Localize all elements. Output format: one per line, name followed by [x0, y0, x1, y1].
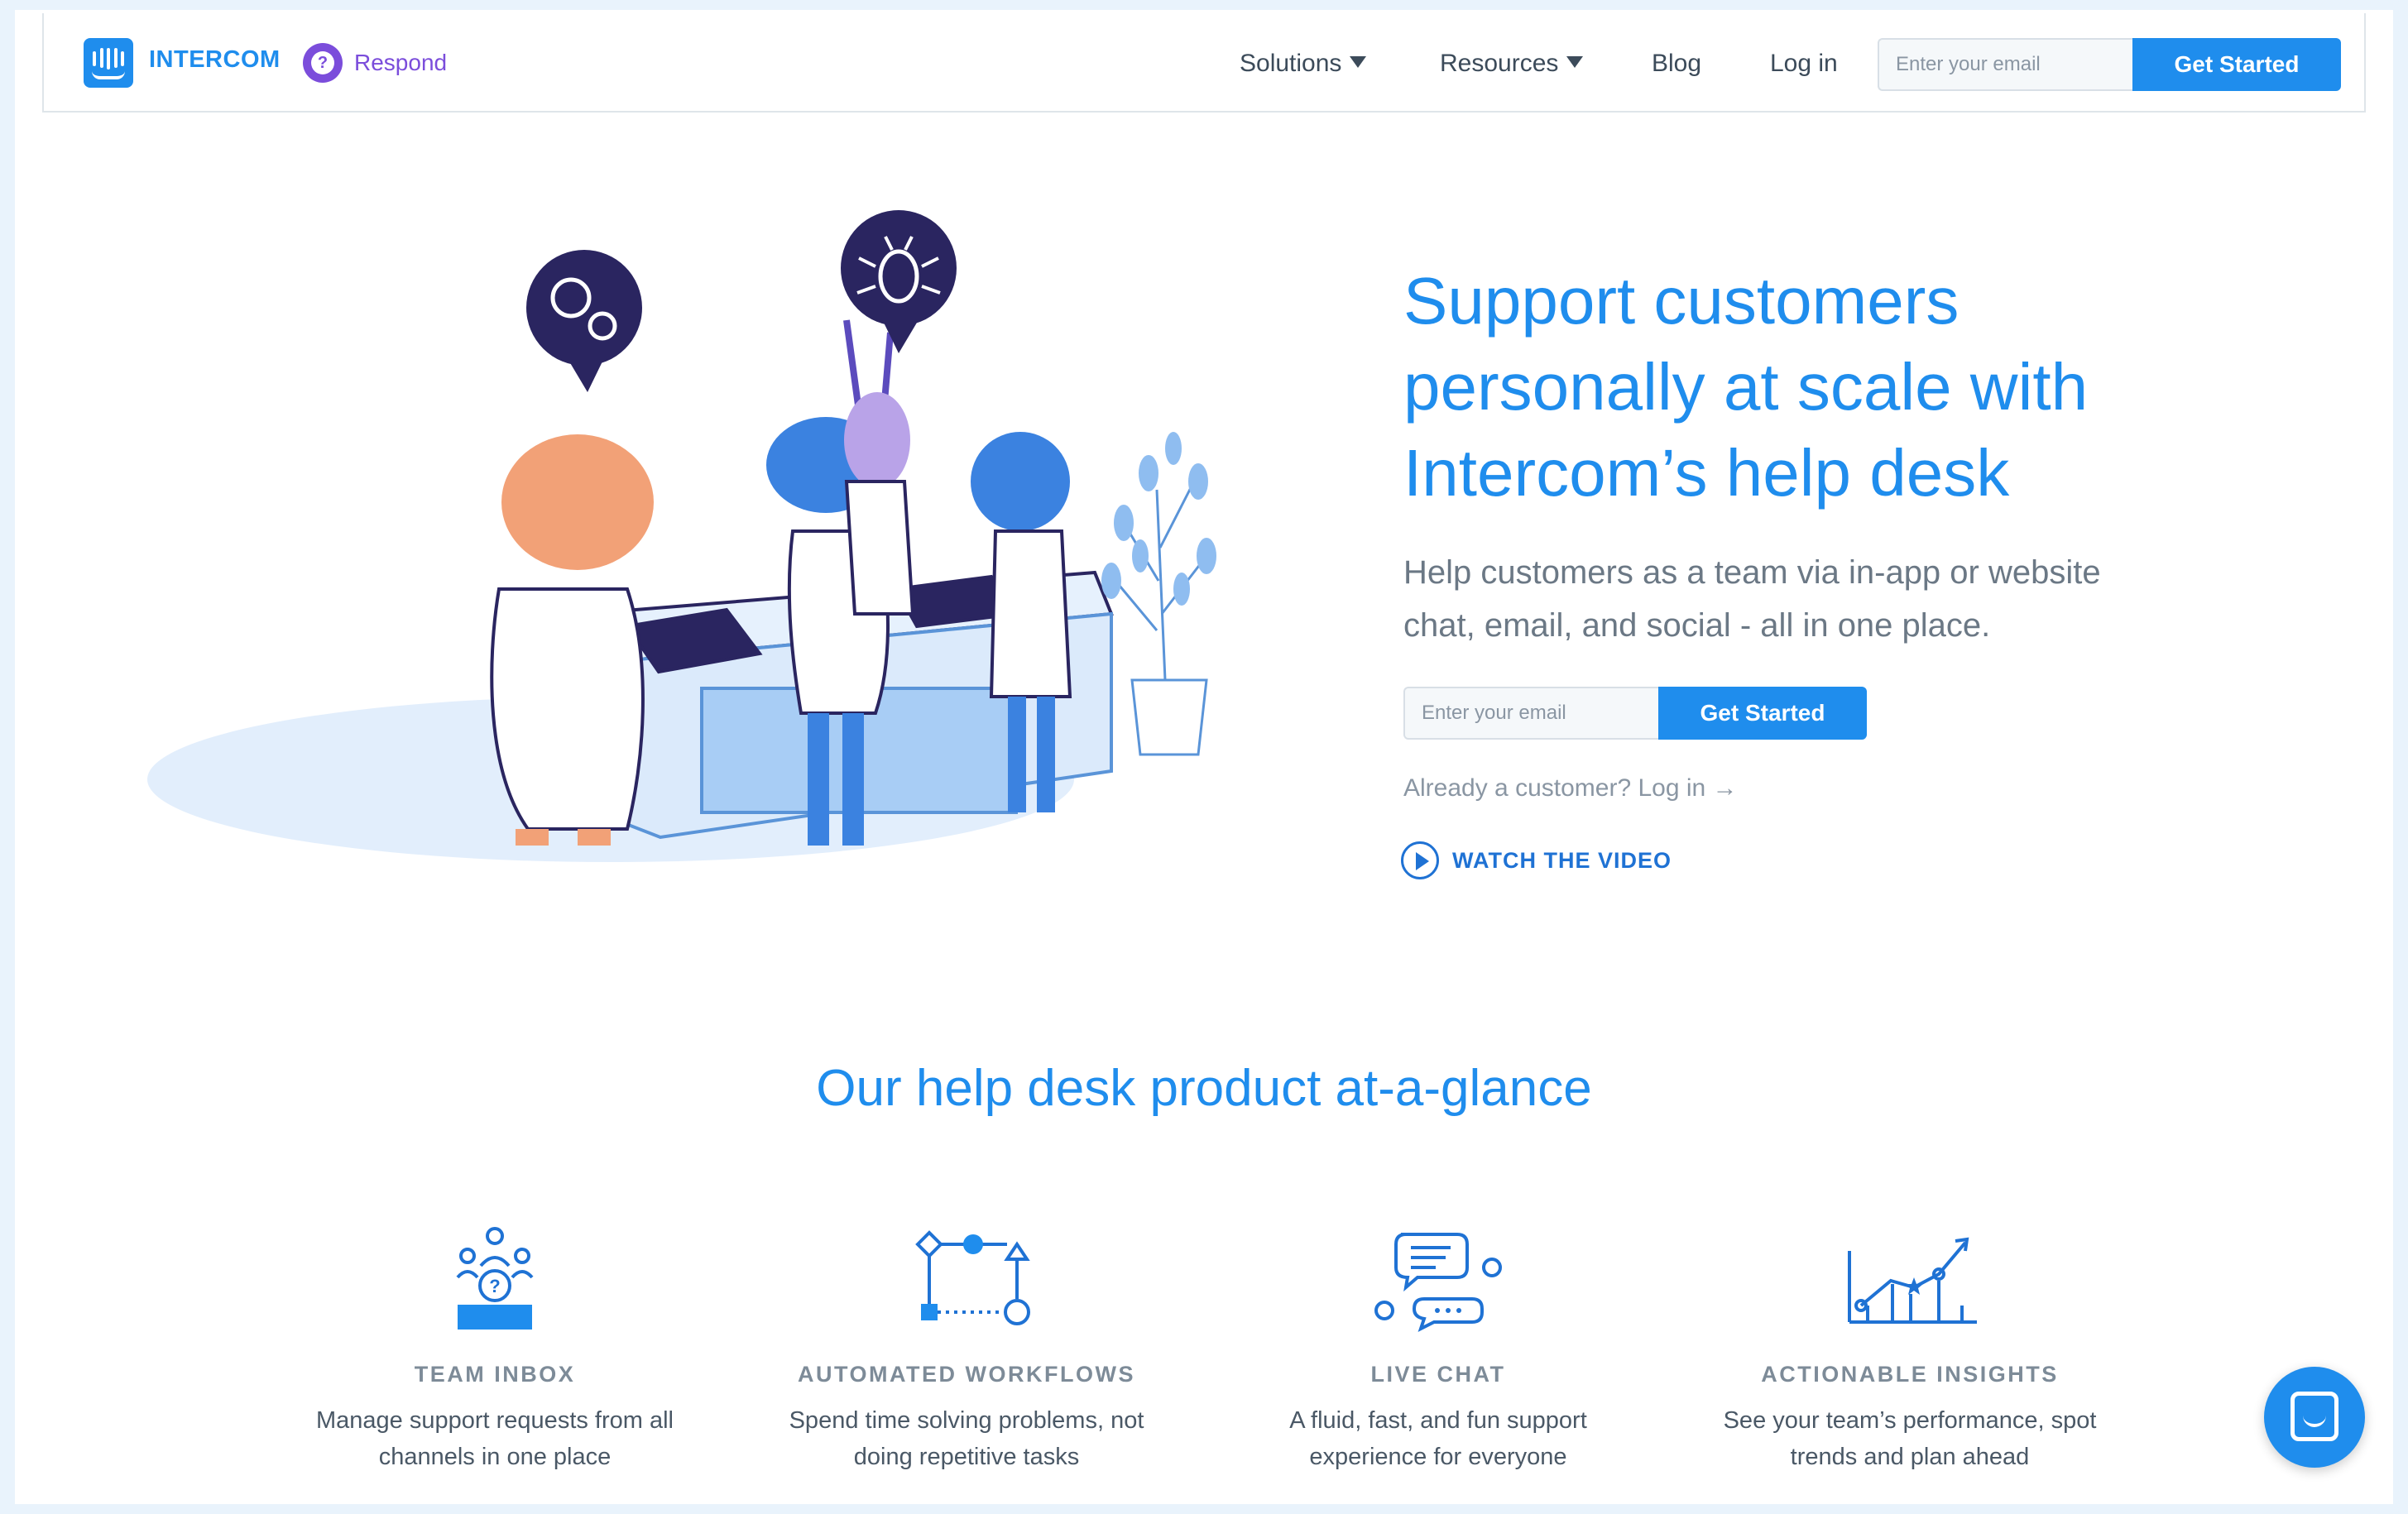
brand-name[interactable]: INTERCOM [149, 46, 281, 74]
watch-video-label: WATCH THE VIDEO [1452, 847, 1672, 873]
bug-bubble-icon [841, 210, 957, 353]
team-inbox-icon: ? [456, 1227, 534, 1330]
feature-description: Manage support requests from all channel… [316, 1407, 674, 1470]
header-email-input[interactable] [1878, 38, 2134, 91]
hero-title-line: personally at scale with [1403, 350, 2089, 424]
hero-title-line: Intercom’s help desk [1403, 436, 2010, 510]
nav-solutions[interactable]: Solutions [1240, 50, 1367, 78]
messenger-icon [2290, 1392, 2338, 1441]
messenger-launcher-button[interactable] [2264, 1367, 2365, 1468]
insights-icon [1848, 1237, 1977, 1324]
hero-title-line: Support customers [1403, 264, 1959, 338]
workflows-icon [915, 1230, 1030, 1325]
hero-get-started-button[interactable]: Get Started [1658, 687, 1867, 740]
feature-automated-workflows: AUTOMATED WORKFLOWS Spend time solving p… [735, 1226, 1198, 1475]
feature-title: LIVE CHAT [1370, 1362, 1506, 1387]
feature-title: TEAM INBOX [414, 1362, 576, 1387]
nav-resources-label: Resources [1440, 50, 1559, 77]
respond-product-icon: ? [303, 43, 343, 83]
watch-video-link[interactable]: WATCH THE VIDEO [1401, 841, 1672, 880]
feature-live-chat: LIVE CHAT A fluid, fast, and fun support… [1206, 1226, 1670, 1475]
hero-subtitle: Help customers as a team via in-app or w… [1403, 546, 2148, 652]
caret-down-icon [1566, 56, 1584, 68]
hero-email-input[interactable] [1403, 687, 1660, 740]
hero-title: Support customers personally at scale wi… [1403, 258, 2148, 516]
customer-login-link[interactable]: Already a customer? Log in → [1403, 774, 1738, 803]
hero-subtitle-line: chat, email, and social - all in one pla… [1403, 607, 1991, 644]
nav-blog[interactable]: Blog [1652, 50, 1701, 78]
live-chat-icon [1374, 1233, 1502, 1332]
caret-down-icon [1350, 56, 1367, 68]
feature-description: A fluid, fast, and fun support experienc… [1289, 1407, 1587, 1470]
feature-team-inbox: ? TEAM INBOX Manage support requests fro… [263, 1226, 727, 1475]
feature-title: ACTIONABLE INSIGHTS [1761, 1362, 2059, 1387]
rabbit-character [843, 319, 915, 616]
gears-bubble-icon [526, 250, 642, 392]
feature-actionable-insights: ACTIONABLE INSIGHTS See your team’s perf… [1678, 1226, 2142, 1475]
feature-title: AUTOMATED WORKFLOWS [798, 1362, 1135, 1387]
nav-resources[interactable]: Resources [1440, 50, 1584, 78]
top-nav: INTERCOM ? Respond Solutions Resources B… [42, 13, 2366, 113]
play-icon [1401, 841, 1439, 879]
page: INTERCOM ? Respond Solutions Resources B… [15, 10, 2393, 1504]
hero-subtitle-line: Help customers as a team via in-app or w… [1403, 554, 2101, 591]
plant [1101, 432, 1216, 756]
hero-illustration [147, 210, 1216, 862]
hippo-character [490, 434, 654, 846]
nav-solutions-label: Solutions [1240, 50, 1342, 77]
header-get-started-button[interactable]: Get Started [2132, 38, 2341, 91]
section-title: Our help desk product at-a-glance [816, 1060, 1592, 1117]
intercom-logo-icon[interactable] [84, 38, 133, 88]
product-name[interactable]: Respond [354, 50, 447, 76]
feature-description: Spend time solving problems, not doing r… [789, 1407, 1144, 1470]
feature-description: See your team’s performance, spot trends… [1723, 1407, 2097, 1470]
svg-text:?: ? [489, 1276, 500, 1296]
nav-login[interactable]: Log in [1770, 50, 1838, 78]
